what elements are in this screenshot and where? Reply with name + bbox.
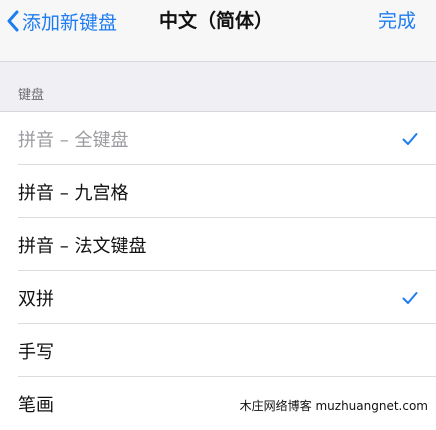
back-button-label: 添加新键盘 xyxy=(22,11,118,34)
keyboard-label: 手写 xyxy=(18,341,54,363)
checkmark-icon xyxy=(402,291,418,304)
keyboard-label: 双拼 xyxy=(18,288,54,310)
navigation-bar: 添加新键盘 中文（简体） 完成 xyxy=(0,0,436,62)
keyboard-label: 拼音 – 全键盘 xyxy=(18,129,129,151)
watermark-text: 木庄网络博客 muzhuangnet.com xyxy=(235,395,432,416)
keyboard-row-shuangpin[interactable]: 双拼 xyxy=(0,271,436,324)
done-button[interactable]: 完成 xyxy=(378,6,416,36)
keyboard-row-pinyin-9key[interactable]: 拼音 – 九宫格 xyxy=(0,165,436,218)
keyboard-label: 笔画 xyxy=(18,394,54,416)
page-title: 中文（简体） xyxy=(159,10,274,32)
chevron-left-icon xyxy=(7,10,19,32)
checkmark-icon xyxy=(402,132,418,145)
keyboard-row-pinyin-french[interactable]: 拼音 – 法文键盘 xyxy=(0,218,436,271)
keyboard-row-handwriting[interactable]: 手写 xyxy=(0,324,436,377)
keyboard-list: 拼音 – 全键盘 拼音 – 九宫格 拼音 – 法文键盘 双拼 手写 笔画 xyxy=(0,111,436,430)
keyboard-label: 拼音 – 法文键盘 xyxy=(18,235,147,257)
keyboard-row-pinyin-full[interactable]: 拼音 – 全键盘 xyxy=(0,112,436,165)
section-header-keyboards: 键盘 xyxy=(18,88,45,103)
back-button[interactable]: 添加新键盘 xyxy=(6,6,117,36)
keyboard-label: 拼音 – 九宫格 xyxy=(18,182,129,204)
